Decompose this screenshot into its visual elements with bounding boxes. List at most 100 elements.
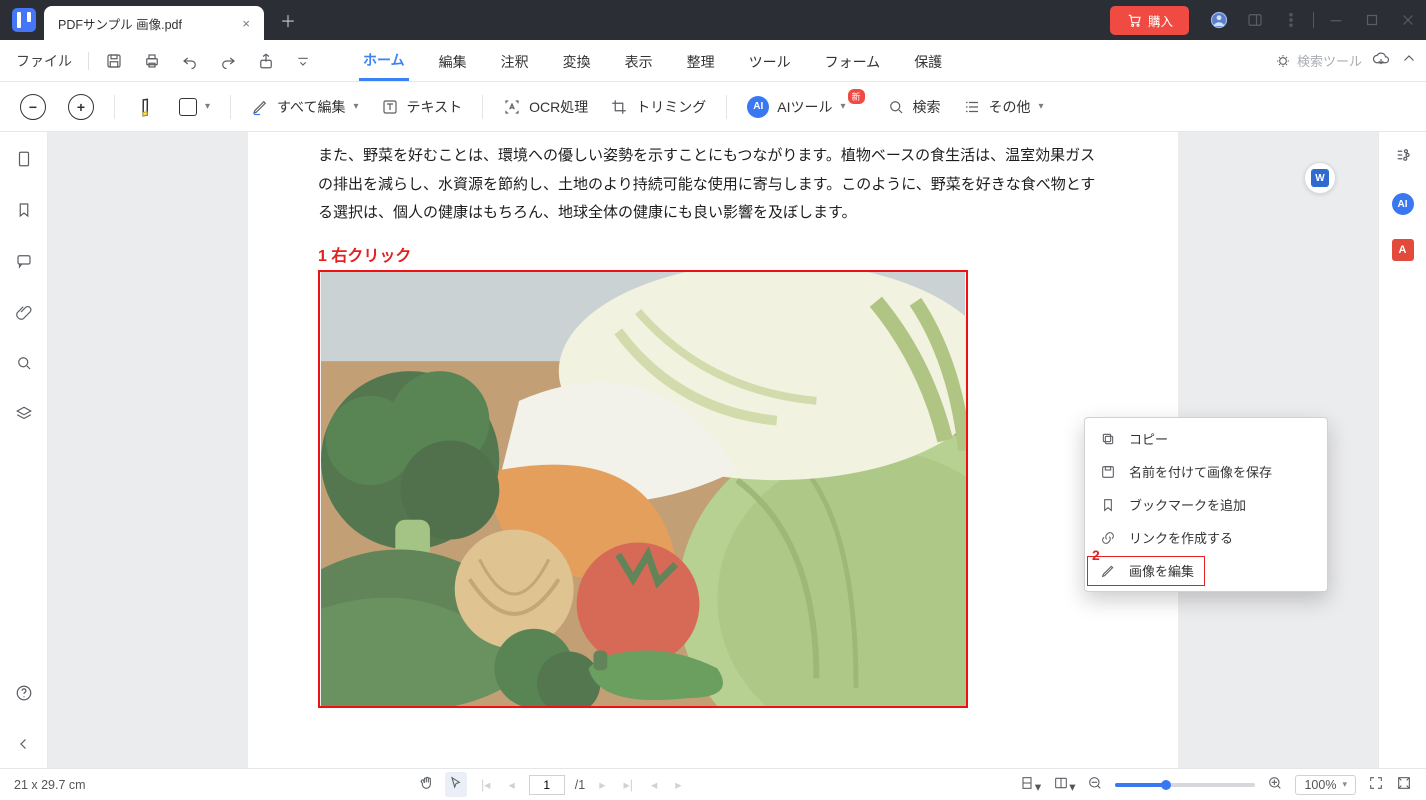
- edit-image-icon: [1099, 563, 1117, 579]
- close-window-button[interactable]: [1394, 6, 1422, 34]
- ctx-copy[interactable]: コピー: [1085, 422, 1327, 455]
- share-icon[interactable]: [249, 48, 283, 74]
- ai-sidebar-icon[interactable]: AI: [1392, 193, 1414, 215]
- comments-icon[interactable]: [15, 252, 33, 275]
- tab-tools[interactable]: ツール: [745, 42, 795, 80]
- apps-sidebar-icon[interactable]: A: [1392, 239, 1414, 261]
- text-box-icon: [381, 98, 399, 116]
- zoom-value: 100%: [1304, 778, 1336, 792]
- fit-page-button[interactable]: [1368, 775, 1384, 794]
- zoom-out-icon: [20, 94, 46, 120]
- list-icon: [963, 98, 981, 116]
- cloud-sync-icon[interactable]: [1372, 50, 1390, 71]
- search-tool-label: 検索ツール: [1297, 51, 1362, 70]
- close-tab-icon[interactable]: ×: [242, 16, 250, 31]
- more-icon[interactable]: [1277, 6, 1305, 34]
- copy-icon: [1099, 431, 1117, 447]
- tab-edit[interactable]: 編集: [435, 42, 471, 80]
- help-icon[interactable]: [15, 684, 33, 707]
- crop-button[interactable]: トリミング: [606, 93, 710, 121]
- zoom-slider[interactable]: [1115, 783, 1255, 787]
- next-view-button[interactable]: ▸: [671, 775, 685, 794]
- fullscreen-button[interactable]: [1396, 775, 1412, 794]
- tab-protect[interactable]: 保護: [910, 42, 946, 80]
- tab-comment[interactable]: 注釈: [497, 42, 533, 80]
- zoom-in-button[interactable]: [64, 90, 98, 124]
- tab-title: PDFサンプル 画像.pdf: [58, 14, 182, 33]
- first-page-button[interactable]: |◂: [477, 775, 495, 794]
- account-icon[interactable]: [1205, 6, 1233, 34]
- maximize-button[interactable]: [1358, 6, 1386, 34]
- toolbar: ▾ すべて編集▾ テキスト OCR処理 トリミング AI AIツール▾ 新: [0, 82, 1426, 132]
- search-label: 検索: [913, 97, 941, 117]
- page-number-input[interactable]: [529, 775, 565, 795]
- search-tool[interactable]: 検索ツール: [1275, 51, 1362, 70]
- zoom-out-status-button[interactable]: [1087, 775, 1103, 794]
- redo-icon[interactable]: [211, 48, 245, 74]
- ctx-add-bookmark-label: ブックマークを追加: [1129, 495, 1246, 514]
- zoom-value-dropdown[interactable]: 100%▾: [1295, 775, 1356, 795]
- tab-organize[interactable]: 整理: [683, 42, 719, 80]
- window-panel-icon[interactable]: [1241, 6, 1269, 34]
- ctx-create-link-label: リンクを作成する: [1129, 528, 1233, 547]
- tab-view[interactable]: 表示: [621, 42, 657, 80]
- ocr-button[interactable]: OCR処理: [499, 93, 592, 121]
- annotation-1: 1 右クリック: [318, 242, 1108, 266]
- more-button[interactable]: その他▾: [959, 93, 1048, 121]
- page: また、野菜を好むことは、環境への優しい姿勢を示すことにもつながります。植物ベース…: [248, 132, 1178, 768]
- ctx-save-image[interactable]: 名前を付けて画像を保存: [1085, 455, 1327, 488]
- quick-access-chevron-icon[interactable]: [287, 49, 319, 73]
- right-sidebar: AI A: [1378, 132, 1426, 768]
- prev-page-button[interactable]: ◂: [504, 775, 518, 794]
- tab-convert[interactable]: 変換: [559, 42, 595, 80]
- crop-icon: [610, 98, 628, 116]
- convert-to-word-button[interactable]: W: [1304, 162, 1336, 194]
- file-menu[interactable]: ファイル: [8, 47, 80, 75]
- bookmarks-icon[interactable]: [15, 201, 33, 224]
- edit-all-button[interactable]: すべて編集▾: [247, 93, 363, 121]
- text-button[interactable]: テキスト: [377, 93, 467, 121]
- text-label: テキスト: [407, 97, 463, 117]
- ai-tools-button[interactable]: AI AIツール▾ 新: [743, 92, 868, 122]
- page-layout-button[interactable]: ▾: [1019, 775, 1041, 794]
- word-icon: W: [1311, 169, 1329, 187]
- reading-mode-button[interactable]: ▾: [1053, 775, 1075, 794]
- zoom-in-status-button[interactable]: [1267, 775, 1283, 794]
- prev-view-button[interactable]: ◂: [647, 775, 661, 794]
- shape-button[interactable]: ▾: [175, 94, 214, 120]
- hand-tool-icon[interactable]: [419, 775, 435, 794]
- collapse-ribbon-icon[interactable]: [1400, 50, 1418, 71]
- search-button[interactable]: 検索: [883, 93, 945, 121]
- new-tab-button[interactable]: ＋: [274, 6, 302, 34]
- next-page-button[interactable]: ▸: [595, 775, 609, 794]
- page-size-label: 21 x 29.7 cm: [14, 778, 86, 792]
- more-label: その他: [989, 97, 1031, 117]
- document-canvas[interactable]: また、野菜を好むことは、環境への優しい姿勢を示すことにもつながります。植物ベース…: [48, 132, 1378, 768]
- body-paragraph: また、野菜を好むことは、環境への優しい姿勢を示すことにもつながります。植物ベース…: [318, 142, 1108, 228]
- select-tool-icon[interactable]: [445, 772, 467, 797]
- layers-icon[interactable]: [15, 405, 33, 428]
- purchase-label: 購入: [1148, 11, 1173, 30]
- purchase-button[interactable]: 購入: [1110, 6, 1189, 35]
- collapse-leftbar-icon[interactable]: [15, 735, 33, 758]
- print-icon[interactable]: [135, 48, 169, 74]
- highlighter-button[interactable]: [131, 92, 161, 122]
- find-icon[interactable]: [15, 354, 33, 377]
- tab-home[interactable]: ホーム: [359, 40, 409, 81]
- save-image-icon: [1099, 464, 1117, 480]
- undo-icon[interactable]: [173, 48, 207, 74]
- thumbnails-icon[interactable]: [15, 150, 33, 173]
- minimize-button[interactable]: [1322, 6, 1350, 34]
- document-tab[interactable]: PDFサンプル 画像.pdf ×: [44, 6, 264, 40]
- save-icon[interactable]: [97, 48, 131, 74]
- ctx-edit-image-label: 画像を編集: [1129, 561, 1194, 580]
- ctx-add-bookmark[interactable]: ブックマークを追加: [1085, 488, 1327, 521]
- last-page-button[interactable]: ▸|: [619, 775, 637, 794]
- zoom-out-button[interactable]: [16, 90, 50, 124]
- selected-image[interactable]: [318, 270, 968, 708]
- tab-form[interactable]: フォーム: [821, 42, 885, 80]
- ctx-edit-image[interactable]: 画像を編集: [1085, 554, 1327, 587]
- properties-icon[interactable]: [1394, 146, 1412, 169]
- ctx-create-link[interactable]: リンクを作成する: [1085, 521, 1327, 554]
- attachments-icon[interactable]: [15, 303, 33, 326]
